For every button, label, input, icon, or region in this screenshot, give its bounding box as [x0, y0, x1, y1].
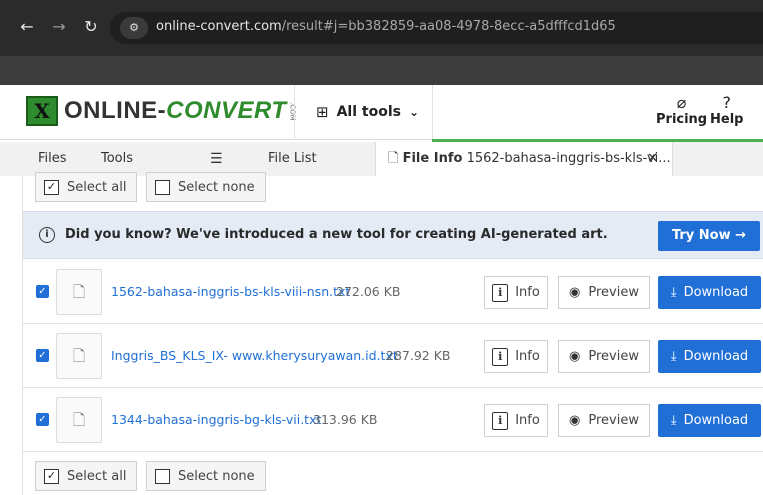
tab-bar: Files Tools ☰ File List 🗋 File Info 1562…	[0, 142, 763, 176]
select-none-label: Select none	[178, 468, 255, 484]
info-icon: i	[492, 347, 509, 366]
file-checkbox[interactable]: ✓	[36, 285, 49, 298]
checked-box-icon: ✓	[44, 468, 59, 484]
eye-icon: ◉	[569, 413, 581, 428]
chevron-down-icon: ⌄	[408, 105, 420, 119]
select-none-label: Select none	[178, 179, 255, 195]
download-icon: ⤓	[670, 413, 677, 428]
active-file-name: 1562-bahasa-inggris-bs-kls-vi...	[466, 151, 671, 166]
preview-button[interactable]: ◉ Preview	[558, 340, 650, 373]
eye-icon: ◉	[569, 285, 581, 300]
tag-icon: ⌀	[676, 93, 687, 112]
download-button[interactable]: ⤓ Download	[658, 404, 761, 437]
close-icon[interactable]: ✕	[647, 142, 658, 176]
eye-icon: ◉	[569, 349, 581, 364]
file-name-link[interactable]: 1562-bahasa-inggris-bs-kls-viii-nsn.txt	[111, 284, 350, 299]
pricing-label: Pricing	[656, 112, 708, 127]
file-info-label: File Info	[402, 151, 463, 166]
preview-label: Preview	[588, 349, 639, 364]
info-label: Info	[515, 349, 540, 364]
logo-suffix: .COM	[288, 101, 297, 121]
file-name-link[interactable]: 1344-bahasa-inggris-bg-kls-vii.txt	[111, 412, 321, 427]
all-tools-label: All tools	[336, 104, 401, 120]
browser-chrome: ← → ↻ ⚙ online-convert.com/result#j=bb38…	[0, 0, 763, 85]
file-icon: 🗋	[56, 397, 102, 443]
file-icon: 🗋	[56, 333, 102, 379]
select-all-label: Select all	[67, 468, 127, 484]
tab-files[interactable]: Files	[38, 142, 67, 176]
browser-toolbar: ← → ↻ ⚙ online-convert.com/result#j=bb38…	[0, 0, 763, 56]
forward-arrow-icon[interactable]: →	[48, 16, 70, 38]
pricing-link[interactable]: ⌀ Pricing	[656, 93, 708, 128]
preview-label: Preview	[588, 413, 639, 428]
empty-box-icon	[155, 179, 170, 195]
file-checkbox[interactable]: ✓	[36, 413, 49, 426]
download-label: Download	[683, 413, 749, 428]
download-button[interactable]: ⤓ Download	[658, 340, 761, 373]
tab-tools[interactable]: Tools	[101, 142, 133, 176]
bookmarks-bar	[0, 56, 763, 85]
back-arrow-icon[interactable]: ←	[16, 16, 38, 38]
header-divider	[432, 85, 433, 140]
help-label: Help	[710, 112, 744, 127]
site-info-icon[interactable]: ⚙	[120, 17, 148, 39]
info-banner: i Did you know? We've introduced a new t…	[23, 211, 763, 259]
site-logo[interactable]: X ONLINE-CONVERT .COM	[26, 95, 297, 127]
file-row: ✓ 🗋 1344-bahasa-inggris-bg-kls-vii.txt 3…	[23, 388, 763, 452]
select-all-button[interactable]: ✓ Select all	[35, 172, 138, 202]
download-icon: ⤓	[670, 285, 677, 300]
select-all-label: Select all	[67, 179, 127, 195]
header-divider	[294, 85, 295, 140]
file-size: 272.06 KB	[336, 284, 401, 299]
download-label: Download	[683, 285, 749, 300]
preview-label: Preview	[588, 285, 639, 300]
info-label: Info	[515, 285, 540, 300]
info-button[interactable]: i Info	[484, 340, 548, 373]
logo-text: ONLINE-CONVERT	[64, 97, 287, 125]
help-link[interactable]: ? Help	[710, 93, 744, 128]
preview-button[interactable]: ◉ Preview	[558, 276, 650, 309]
site-header: X ONLINE-CONVERT .COM ⊞ All tools ⌄ ⌀ Pr…	[0, 85, 763, 140]
file-checkbox[interactable]: ✓	[36, 349, 49, 362]
info-label: Info	[515, 413, 540, 428]
info-icon: i	[492, 411, 509, 430]
url-domain: online-convert.com	[156, 19, 282, 34]
checked-box-icon: ✓	[44, 179, 59, 195]
download-icon: ⤓	[670, 349, 677, 364]
file-size: 287.92 KB	[386, 348, 451, 363]
document-icon: 🗋	[388, 151, 399, 166]
question-circle-icon: ?	[722, 93, 731, 112]
select-none-button[interactable]: Select none	[146, 461, 266, 491]
select-none-button[interactable]: Select none	[146, 172, 266, 202]
download-label: Download	[683, 349, 749, 364]
info-icon: i	[492, 283, 509, 302]
file-row: ✓ 🗋 Inggris_BS_KLS_IX- www.kherysuryawan…	[23, 324, 763, 388]
file-icon: 🗋	[56, 269, 102, 315]
logo-mark-icon: X	[26, 96, 58, 126]
banner-text: Did you know? We've introduced a new too…	[65, 227, 608, 242]
list-icon: ☰	[210, 151, 223, 167]
empty-box-icon	[155, 468, 170, 484]
url-text[interactable]: online-convert.com/result#j=bb382859-aa0…	[156, 19, 616, 34]
file-row: ✓ 🗋 1562-bahasa-inggris-bs-kls-viii-nsn.…	[23, 260, 763, 324]
info-button[interactable]: i Info	[484, 404, 548, 437]
info-circle-icon: i	[39, 227, 55, 243]
address-bar[interactable]: ⚙ online-convert.com/result#j=bb382859-a…	[110, 12, 763, 44]
download-button[interactable]: ⤓ Download	[658, 276, 761, 309]
preview-button[interactable]: ◉ Preview	[558, 404, 650, 437]
tab-file-list[interactable]: File List	[268, 142, 317, 176]
url-path: /result#j=bb382859-aa08-4978-8ecc-a5dfff…	[281, 19, 616, 34]
info-button[interactable]: i Info	[484, 276, 548, 309]
tab-file-info[interactable]: 🗋 File Info 1562-bahasa-inggris-bs-kls-v…	[375, 142, 673, 176]
reload-icon[interactable]: ↻	[80, 16, 102, 38]
logo-text-online: ONLINE-	[64, 97, 167, 124]
file-name-link[interactable]: Inggris_BS_KLS_IX- www.kherysuryawan.id.…	[111, 348, 398, 363]
file-list-content: ✓ Select all Select none i Did you know?…	[22, 172, 763, 495]
all-tools-menu[interactable]: ⊞ All tools ⌄	[316, 103, 419, 121]
grid-icon: ⊞	[316, 103, 329, 121]
file-size: 313.96 KB	[313, 412, 378, 427]
select-all-button[interactable]: ✓ Select all	[35, 461, 138, 491]
try-now-button[interactable]: Try Now →	[658, 221, 760, 251]
logo-text-convert: CONVERT	[166, 97, 287, 124]
